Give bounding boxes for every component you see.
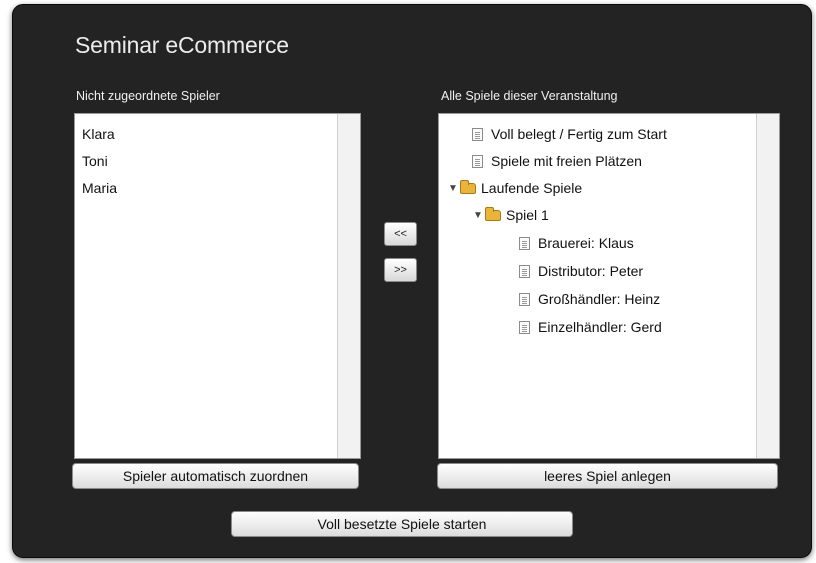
document-icon [472, 127, 483, 141]
tree-node-label: Voll belegt / Fertig zum Start [491, 126, 667, 142]
tree-node-label: Großhändler: Heinz [538, 291, 661, 307]
list-item[interactable]: Maria [82, 180, 117, 196]
games-tree[interactable]: Voll belegt / Fertig zum Start Spiele mi… [438, 113, 780, 459]
unassigned-players-label: Nicht zugeordnete Spieler [76, 89, 220, 103]
document-icon [519, 264, 530, 278]
app-window: Seminar eCommerce Nicht zugeordnete Spie… [12, 4, 812, 558]
tree-node-full[interactable]: Voll belegt / Fertig zum Start [472, 124, 667, 144]
tree-node-label: Spiele mit freien Plätzen [491, 153, 642, 169]
tree-node-running[interactable]: ▼ Laufende Spiele [448, 178, 582, 198]
scrollbar[interactable] [337, 114, 360, 458]
tree-node-game-1[interactable]: ▼ Spiel 1 [473, 205, 549, 225]
auto-assign-button[interactable]: Spieler automatisch zuordnen [72, 463, 359, 489]
folder-open-icon [485, 206, 501, 221]
tree-node-role[interactable]: Großhändler: Heinz [519, 289, 660, 309]
tree-node-label: Distributor: Peter [538, 263, 644, 279]
tree-node-label: Spiel 1 [506, 207, 549, 223]
list-item[interactable]: Toni [82, 153, 108, 169]
unassigned-players-list[interactable]: Klara Toni Maria [74, 113, 361, 459]
list-item[interactable]: Klara [82, 126, 115, 142]
tree-node-role[interactable]: Einzelhändler: Gerd [519, 317, 662, 337]
start-full-games-button[interactable]: Voll besetzte Spiele starten [231, 511, 573, 537]
scrollbar[interactable] [756, 114, 779, 458]
page-title: Seminar eCommerce [75, 32, 289, 58]
tree-node-role[interactable]: Brauerei: Klaus [519, 233, 634, 253]
tree-node-role[interactable]: Distributor: Peter [519, 261, 643, 281]
tree-node-label: Einzelhändler: Gerd [538, 319, 662, 335]
tree-node-label: Brauerei: Klaus [538, 235, 634, 251]
expand-triangle-icon[interactable]: ▼ [473, 210, 485, 221]
document-icon [519, 320, 530, 334]
document-icon [519, 292, 530, 306]
move-right-button[interactable]: >> [384, 258, 417, 282]
tree-node-free[interactable]: Spiele mit freien Plätzen [472, 151, 642, 171]
create-empty-game-button[interactable]: leeres Spiel anlegen [437, 463, 778, 489]
expand-triangle-icon[interactable]: ▼ [448, 183, 460, 194]
all-games-label: Alle Spiele dieser Veranstaltung [441, 89, 618, 103]
document-icon [519, 236, 530, 250]
move-left-button[interactable]: << [384, 222, 417, 246]
tree-node-label: Laufende Spiele [481, 180, 583, 196]
folder-open-icon [460, 179, 476, 194]
document-icon [472, 154, 483, 168]
